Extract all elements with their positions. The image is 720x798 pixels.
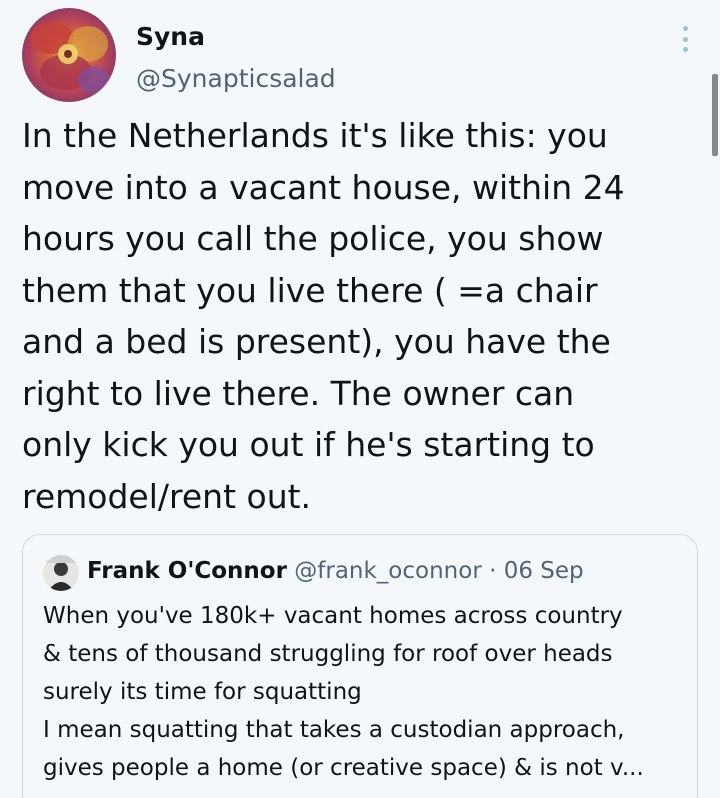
quoted-tweet-text: When you've 180k+ vacant homes across co… [43,603,644,781]
vertical-ellipsis-dot [682,47,688,52]
quoted-tweet-card[interactable]: Frank O'Connor @frank_oconnor · 06 Sep W… [22,534,698,798]
vertical-ellipsis-icon [682,26,688,31]
tweet-text: In the Netherlands it's like this: you m… [22,116,625,516]
author-handle[interactable]: @Synapticsalad [136,64,336,93]
author-avatar[interactable] [22,8,116,102]
vertical-ellipsis-dot [682,36,688,42]
quoted-tweet-date[interactable]: 06 Sep [504,558,584,584]
header-separator: · [489,558,497,584]
scrollbar[interactable] [712,74,718,156]
quoted-author-handle[interactable]: @frank_oconnor [294,558,482,584]
more-options-button[interactable] [674,26,696,52]
tweet-screenshot: Syna @Synapticsalad In the Netherlands i… [0,0,720,798]
author-display-name[interactable]: Syna [136,22,205,51]
quoted-author-avatar[interactable] [43,555,79,591]
quoted-author-name[interactable]: Frank O'Connor [87,558,287,584]
quoted-tweet-header: Frank O'Connor @frank_oconnor · 06 Sep [87,555,584,587]
